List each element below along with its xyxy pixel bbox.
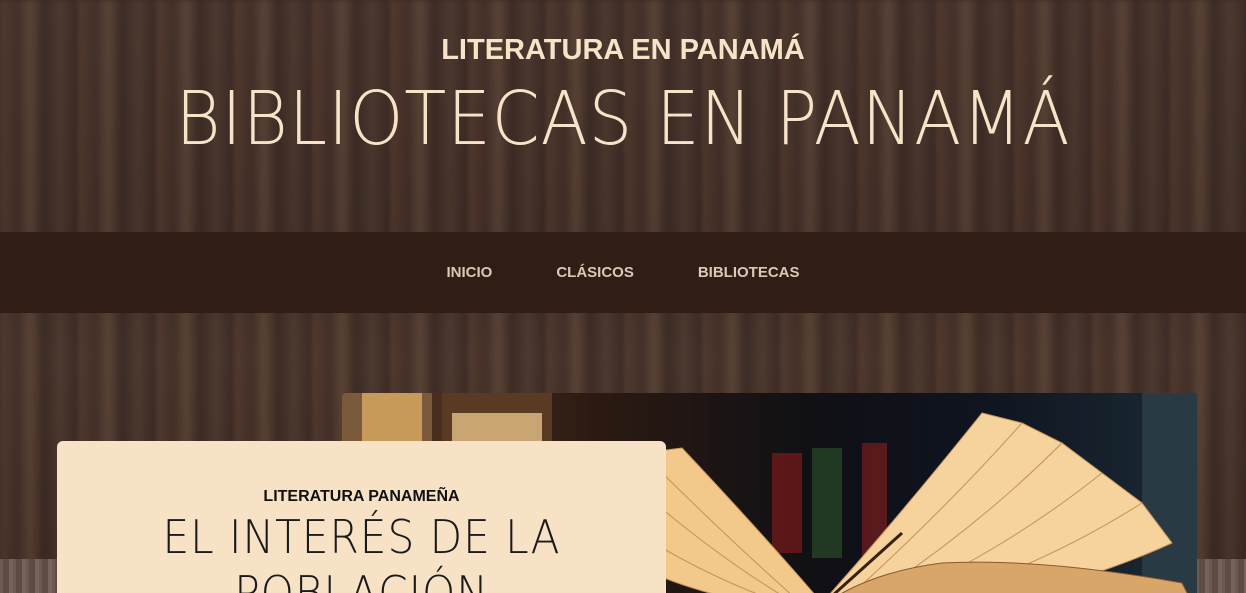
article-card: LITERATURA PANAMEÑA EL INTERÉS DE LA POB… xyxy=(57,441,666,593)
nav-item-clasicos[interactable]: CLÁSICOS xyxy=(524,264,666,281)
site-subtitle: LITERATURA EN PANAMÁ xyxy=(441,34,805,66)
site-title: BIBLIOTECAS EN PANAMÁ xyxy=(175,76,1071,162)
article-title[interactable]: EL INTERÉS DE LA POBLACIÓN xyxy=(100,509,623,593)
site-header: LITERATURA EN PANAMÁ BIBLIOTECAS EN PANA… xyxy=(0,0,1246,232)
article-kicker: LITERATURA PANAMEÑA xyxy=(263,488,460,505)
nav-item-inicio[interactable]: INICIO xyxy=(414,264,524,281)
main-nav: INICIO CLÁSICOS BIBLIOTECAS xyxy=(0,232,1246,313)
nav-item-bibliotecas[interactable]: BIBLIOTECAS xyxy=(666,264,832,281)
